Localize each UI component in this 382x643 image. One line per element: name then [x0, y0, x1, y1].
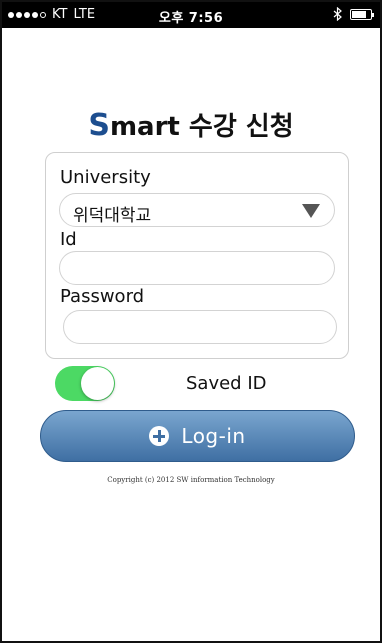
battery-fill: [352, 10, 367, 18]
app-frame: KT LTE 오후 7:56 Smart 수강 신청 University 위덕…: [0, 0, 382, 643]
password-label: Password: [60, 286, 145, 307]
id-input[interactable]: [59, 251, 335, 285]
copyright-text: Copyright (c) 2012 SW information Techno…: [107, 476, 275, 484]
bluetooth-icon: [333, 7, 342, 21]
saved-id-label: Saved ID: [186, 373, 267, 394]
university-select[interactable]: 위덕대학교: [59, 193, 335, 227]
battery-icon: [350, 8, 374, 20]
login-button[interactable]: Log-in: [40, 410, 355, 462]
title-s-letter: S: [88, 108, 110, 143]
status-time: 오후 7:56: [158, 11, 224, 26]
title-text: mart 수강 신청: [109, 112, 294, 142]
status-bar: KT LTE 오후 7:56: [2, 2, 380, 28]
login-button-label: Log-in: [181, 424, 246, 448]
toggle-knob[interactable]: [81, 367, 114, 400]
app-title: Smart 수강 신청: [2, 106, 380, 143]
status-right: [333, 7, 374, 21]
id-label: Id: [60, 229, 77, 250]
university-label: University: [60, 167, 151, 188]
plus-circle-icon: [149, 426, 170, 446]
password-input[interactable]: [63, 310, 337, 344]
university-value: 위덕대학교: [73, 206, 152, 226]
saved-id-toggle[interactable]: [55, 366, 115, 401]
dropdown-arrow-icon: [302, 204, 320, 218]
